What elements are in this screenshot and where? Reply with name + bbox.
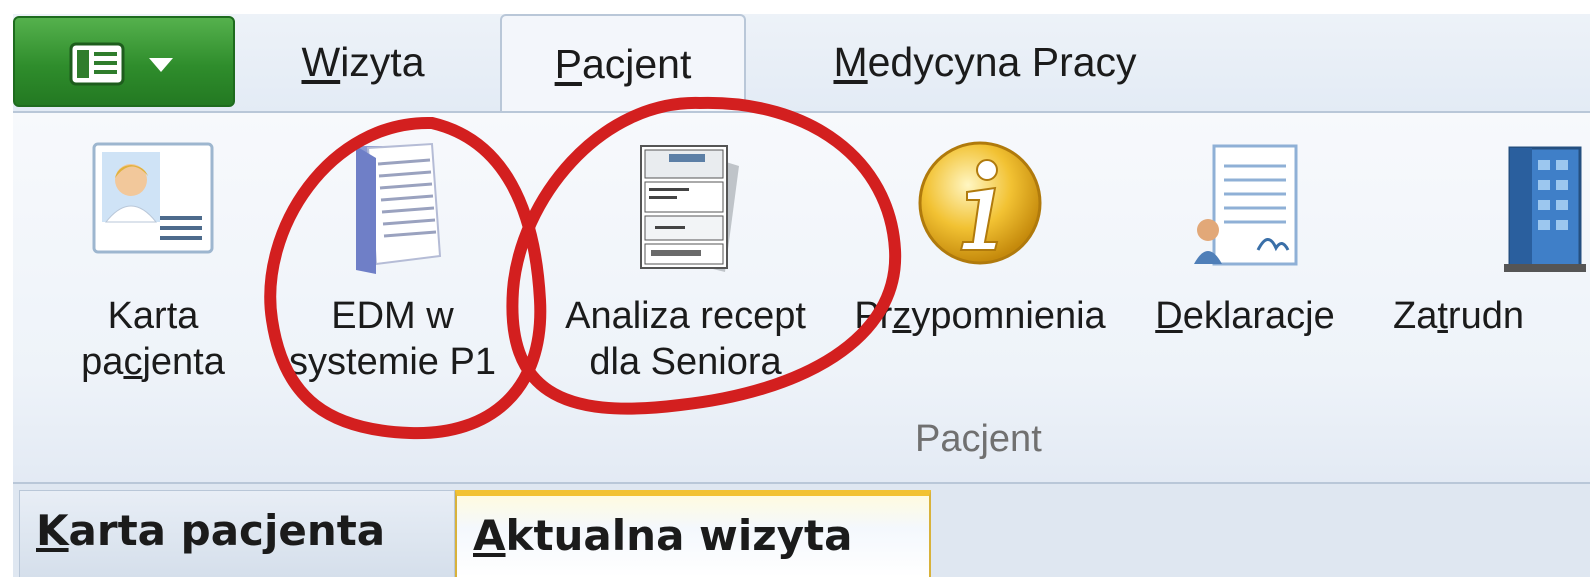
- patient-card-label: Karta pacjenta: [81, 295, 225, 383]
- tab-medycyna-mnemonic: M: [833, 39, 868, 85]
- doc-tab-aktualna-wizyta[interactable]: Aktualna wizyta: [455, 490, 931, 577]
- edm-p1-button[interactable]: EDM w systemie P1: [275, 113, 510, 413]
- tab-wizyta-mnemonic: W: [301, 39, 341, 85]
- document-folder-icon: [355, 142, 441, 274]
- tab-pacjent-mnemonic: P: [554, 41, 582, 87]
- building-icon: [1504, 146, 1586, 272]
- ribbon-group-label: Pacjent: [915, 418, 1042, 460]
- declaration-icon: [1194, 144, 1298, 266]
- tab-medycyna-label: edycyna Pracy: [867, 39, 1137, 85]
- patient-card-button[interactable]: Karta pacjenta: [53, 113, 253, 413]
- prescription-analysis-button[interactable]: Analiza recept dla Seniora: [543, 113, 828, 413]
- document-tabs: Karta pacjenta Aktualna wizyta: [13, 484, 1590, 577]
- application-menu-button[interactable]: [13, 16, 235, 107]
- doc-tab-karta-pacjenta[interactable]: Karta pacjenta: [19, 490, 455, 577]
- tab-wizyta[interactable]: Wizyta: [263, 14, 463, 111]
- reminders-label: Przypomnienia: [854, 295, 1106, 337]
- prescription-analysis-label: Analiza recept dla Seniora: [565, 295, 806, 383]
- employment-label: Zatrudn: [1393, 295, 1524, 337]
- ribbon-tab-strip: Wizyta Pacjent Medycyna Pracy: [13, 14, 1590, 111]
- prescription-forms-icon: [639, 145, 739, 272]
- tab-wizyta-label: izyta: [340, 39, 425, 85]
- tab-medycyna-pracy[interactable]: Medycyna Pracy: [805, 14, 1165, 111]
- edm-p1-label: EDM w systemie P1: [289, 295, 496, 383]
- tab-pacjent-label: acjent: [581, 41, 692, 87]
- info-icon: [918, 141, 1042, 265]
- declarations-button[interactable]: Deklaracje: [1135, 113, 1355, 413]
- reminders-button[interactable]: Przypomnienia: [846, 113, 1114, 413]
- employment-button[interactable]: Zatrudn: [1385, 113, 1590, 413]
- declarations-label: Deklaracje: [1155, 295, 1335, 337]
- ribbon-panel: Karta pacjenta EDM w systemie P1 Analiza…: [13, 111, 1590, 484]
- patient-card-icon: [92, 142, 214, 254]
- tab-pacjent[interactable]: Pacjent: [500, 14, 746, 111]
- list-dropdown-icon: [69, 42, 173, 86]
- application-window: Wizyta Pacjent Medycyna Pracy Karta pacj…: [13, 14, 1590, 577]
